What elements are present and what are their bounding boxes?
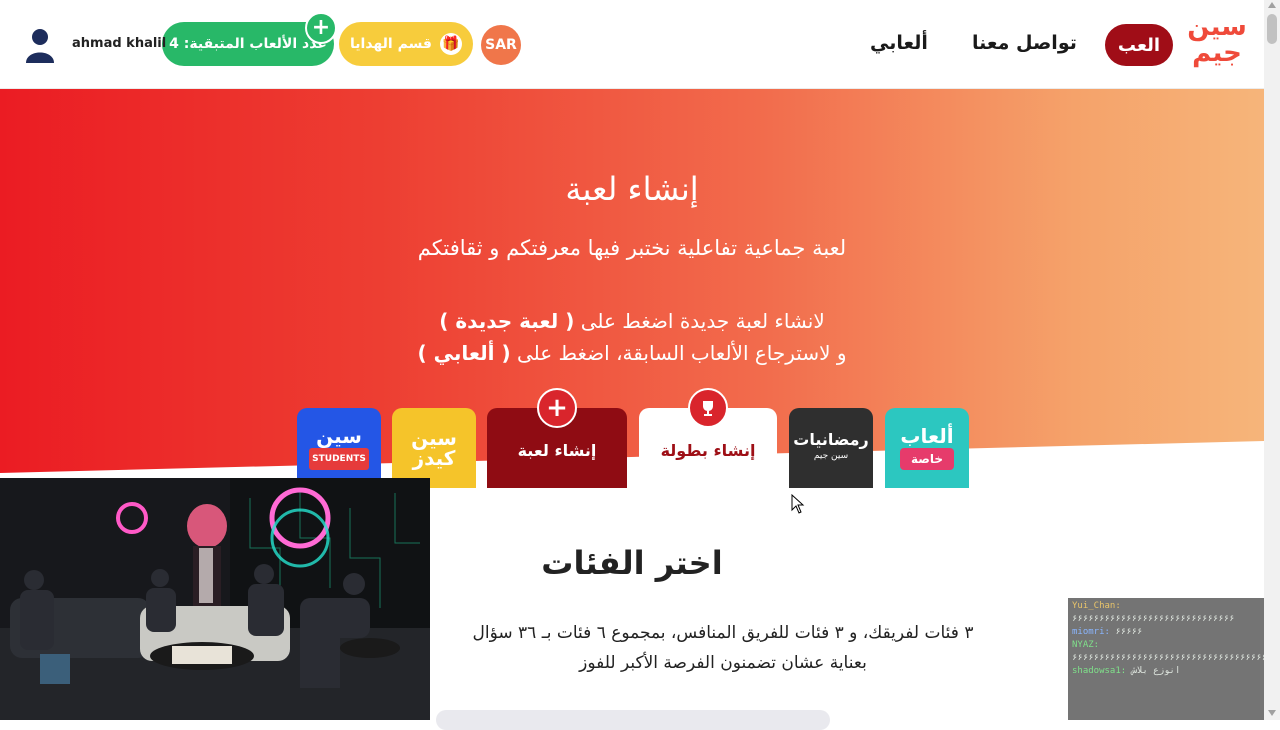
my-games-hint: ( ألعابي )	[417, 341, 511, 365]
add-games-icon[interactable]: +	[305, 12, 337, 44]
gift-icon: 🎁	[439, 33, 462, 55]
students-games-card[interactable]: سين STUDENTS	[297, 408, 381, 488]
play-button[interactable]: العب	[1105, 24, 1173, 66]
nav-my-games[interactable]: ألعابي	[870, 32, 928, 54]
chat-message: NYAZ: ۶۶۶۶۶۶۶۶۶۶۶۶۶۶۶۶۶۶۶۶۶۶۶۶۶۶۶۶۶۶۶۶۶۶…	[1072, 640, 1280, 663]
new-game-hint: ( لعبة جديدة )	[439, 309, 575, 333]
chat-message: Yui_Chan: ۶۶۶۶۶۶۶۶۶۶۶۶۶۶۶۶۶۶۶۶۶۶۶۶۶۶۶۶۶۶	[1072, 601, 1235, 624]
scrollbar-thumb[interactable]	[1267, 14, 1277, 44]
hero-subtitle: لعبة جماعية تفاعلية نختبر فيها معرفتكم و…	[417, 236, 847, 260]
mouse-cursor-icon	[791, 494, 805, 514]
webcam-overlay	[0, 478, 430, 720]
user-avatar-icon[interactable]	[26, 27, 54, 63]
categories-search-bar[interactable]	[436, 710, 830, 730]
site-logo[interactable]: سين جيم	[1186, 14, 1248, 72]
remaining-games-label: عدد الألعاب المتبقية: 4	[169, 36, 327, 52]
stream-chat-overlay: Yui_Chan: ۶۶۶۶۶۶۶۶۶۶۶۶۶۶۶۶۶۶۶۶۶۶۶۶۶۶۶۶۶۶…	[1068, 598, 1280, 720]
categories-description: ٣ فئات لفريقك، و ٣ فئات للفريق المنافس، …	[472, 623, 974, 673]
username[interactable]: ahmad khalil	[72, 36, 166, 51]
gifts-label: قسم الهدايا	[350, 36, 432, 52]
create-tournament-label: إنشاء بطولة	[660, 440, 756, 460]
special-games-card[interactable]: ألعاب خاصة	[885, 408, 969, 488]
hero-title: إنشاء لعبة	[565, 170, 699, 208]
plus-icon: +	[537, 388, 577, 428]
currency-button[interactable]: SAR	[481, 25, 521, 65]
page-scrollbar[interactable]	[1264, 0, 1280, 720]
chat-message: shadowsa1: انوزع بلاش	[1072, 666, 1181, 676]
create-tournament-card[interactable]: إنشاء بطولة	[639, 388, 777, 488]
kids-games-card[interactable]: سين كيدز	[392, 408, 476, 488]
gifts-button[interactable]: 🎁 قسم الهدايا	[339, 22, 473, 66]
scroll-up-arrow-icon[interactable]	[1268, 2, 1276, 8]
scroll-down-arrow-icon[interactable]	[1268, 710, 1276, 716]
nav-contact-us[interactable]: تواصل معنا	[972, 32, 1077, 54]
create-game-card[interactable]: + إنشاء لعبة	[487, 388, 627, 488]
chat-message: miomri: ۶۶۶۶۶	[1072, 627, 1143, 637]
create-game-label: إنشاء لعبة	[517, 440, 597, 460]
webcam-scene-image	[0, 478, 430, 720]
categories-title: اختر الفئات	[541, 544, 723, 582]
hero-banner	[0, 89, 1264, 473]
hero-instruction-mygames: و لاسترجاع الألعاب السابقة، اضغط على ( أ…	[417, 341, 847, 365]
hero-instruction-new: لانشاء لعبة جديدة اضغط على ( لعبة جديدة …	[439, 309, 825, 333]
ramadan-games-card[interactable]: رمضانيات سين جيم	[789, 408, 873, 488]
trophy-icon	[688, 388, 728, 428]
top-header: سين جيم العب تواصل معنا ألعابي SAR 🎁 قسم…	[0, 0, 1264, 89]
